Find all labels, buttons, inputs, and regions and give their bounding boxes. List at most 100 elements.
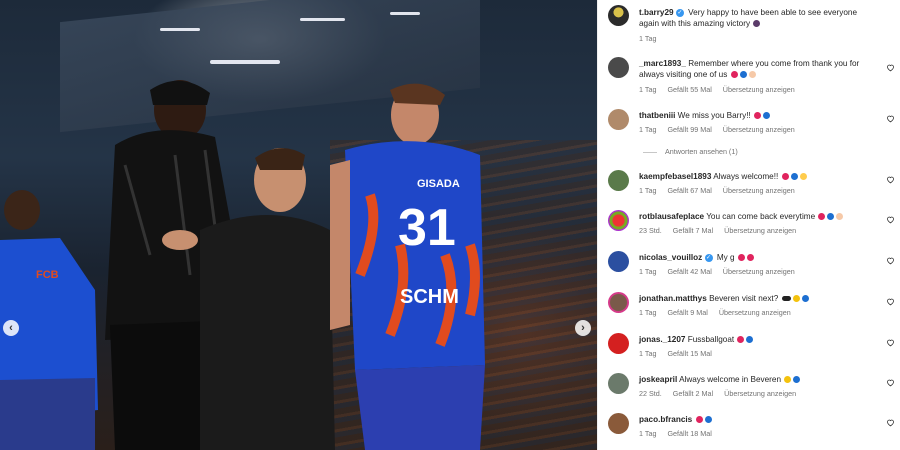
translate-link[interactable]: Übersetzung anzeigen (723, 125, 795, 134)
jersey-name: GISADA (417, 178, 460, 190)
person-coach (162, 148, 335, 450)
comment-likes[interactable]: Gefällt 67 Mal (667, 186, 711, 195)
comment-username[interactable]: kaempfebasel1893 (639, 172, 711, 181)
emoji-icon (739, 71, 747, 79)
jersey-back-text: SCHM (400, 286, 459, 308)
comment-text: Always welcome in Beveren (679, 375, 781, 384)
emoji-icon (695, 416, 703, 424)
emoji-icon (737, 254, 745, 262)
emoji-icon (704, 416, 712, 424)
comment-username[interactable]: jonathan.matthys (639, 294, 707, 303)
comment-username[interactable]: rotblausafeplace (639, 212, 704, 221)
prev-image-button[interactable]: ‹ (3, 320, 19, 336)
translate-link[interactable]: Übersetzung anzeigen (719, 308, 791, 317)
commenter-avatar[interactable] (608, 210, 629, 231)
emoji-icon (784, 376, 792, 384)
comment-text: Always welcome!! (713, 172, 779, 181)
verified-badge-icon: ✓ (704, 253, 713, 262)
emoji-icon (746, 336, 754, 344)
like-heart-icon[interactable] (886, 297, 895, 306)
comment-time: 1 Tag (639, 267, 657, 276)
comment-username[interactable]: joskeapril (639, 375, 677, 384)
chevron-right-icon: › (581, 322, 585, 334)
translate-link[interactable]: Übersetzung anzeigen (723, 267, 795, 276)
emoji-icon (737, 336, 745, 344)
comment-username[interactable]: jonas._1207 (639, 335, 685, 344)
next-image-button[interactable]: › (575, 320, 591, 336)
floodlight (210, 60, 280, 64)
emoji-icon (730, 71, 738, 79)
commenter-avatar[interactable] (608, 170, 629, 191)
commenter-avatar[interactable] (608, 251, 629, 272)
emoji-icon (746, 254, 754, 262)
comment-likes[interactable]: Gefällt 15 Mal (667, 349, 711, 358)
comment-text: We miss you Barry!! (677, 111, 751, 120)
comment-text: My g (716, 253, 735, 262)
comment-likes[interactable]: Gefällt 99 Mal (667, 125, 711, 134)
commenter-avatar[interactable] (608, 333, 629, 354)
chevron-left-icon: ‹ (9, 322, 13, 334)
like-heart-icon[interactable] (886, 114, 895, 123)
emoji-icon (790, 173, 798, 181)
comment-likes[interactable]: Gefällt 9 Mal (667, 308, 707, 317)
like-heart-icon[interactable] (886, 256, 895, 265)
like-heart-icon[interactable] (886, 378, 895, 387)
comment-time: 1 Tag (639, 85, 657, 94)
comment-likes[interactable]: Gefällt 2 Mal (673, 389, 713, 398)
emoji-icon (801, 295, 809, 303)
translate-link[interactable]: Übersetzung anzeigen (724, 389, 796, 398)
commenter-avatar[interactable] (608, 109, 629, 130)
comment-username[interactable]: nicolas_vouilloz (639, 253, 702, 262)
player-left-crest: FCB (36, 269, 59, 281)
emoji-icon (827, 213, 835, 221)
comment-username[interactable]: paco.bfrancis (639, 415, 692, 424)
verified-badge-icon: ✓ (675, 8, 684, 17)
emoji-icon (836, 213, 844, 221)
floodlight (390, 12, 420, 15)
commenter-avatar[interactable] (608, 57, 629, 78)
comment-time: 1 Tag (639, 429, 657, 438)
author-avatar[interactable] (608, 5, 629, 26)
commenter-avatar[interactable] (608, 373, 629, 394)
emoji-icon (799, 173, 807, 181)
emoji-icon (748, 71, 756, 79)
comment-time: 1 Tag (639, 125, 657, 134)
floodlight (300, 18, 345, 21)
translate-link[interactable]: Übersetzung anzeigen (723, 186, 795, 195)
comment-text: Fussballgoat (687, 335, 735, 344)
like-heart-icon[interactable] (886, 175, 895, 184)
view-replies-link[interactable]: Antworten ansehen (1) (643, 147, 738, 156)
comment-likes[interactable]: Gefällt 55 Mal (667, 85, 711, 94)
translate-link[interactable]: Übersetzung anzeigen (723, 85, 795, 94)
like-heart-icon[interactable] (886, 215, 895, 224)
comments-panel[interactable]: t.barry29 ✓ Very happy to have been able… (597, 0, 900, 450)
commenter-avatar[interactable] (608, 292, 629, 313)
caption-time: 1 Tag (639, 34, 657, 43)
commenter-avatar[interactable] (608, 413, 629, 434)
comment-time: 1 Tag (639, 186, 657, 195)
comment-time: 22 Std. (639, 389, 662, 398)
emoji-icon (753, 20, 761, 28)
emoji-icon (793, 376, 801, 384)
comment-time: 1 Tag (639, 349, 657, 358)
emoji-icon (763, 112, 771, 120)
translate-link[interactable]: Übersetzung anzeigen (724, 226, 796, 235)
replies-divider (643, 151, 657, 153)
comment-text: Beveren visit next? (709, 294, 779, 303)
emoji-icon (792, 295, 800, 303)
jersey-number: 31 (398, 199, 456, 257)
author-username[interactable]: t.barry29 (639, 8, 674, 17)
emoji-icon (818, 213, 826, 221)
player-left: FCB (0, 190, 98, 450)
comment-likes[interactable]: Gefällt 7 Mal (673, 226, 713, 235)
like-heart-icon[interactable] (886, 63, 895, 72)
like-heart-icon[interactable] (886, 418, 895, 427)
comment-likes[interactable]: Gefällt 42 Mal (667, 267, 711, 276)
comment-username[interactable]: _marc1893_ (639, 59, 686, 68)
emoji-icon (754, 112, 762, 120)
like-heart-icon[interactable] (886, 338, 895, 347)
view-replies-label: Antworten ansehen (1) (665, 147, 738, 156)
comment-likes[interactable]: Gefällt 18 Mal (667, 429, 711, 438)
comment-time: 1 Tag (639, 308, 657, 317)
comment-username[interactable]: thatbeniii (639, 111, 675, 120)
